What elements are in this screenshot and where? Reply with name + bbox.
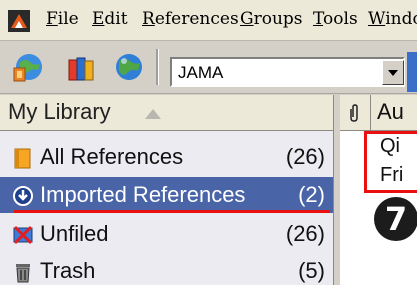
app-icon[interactable]: [8, 10, 30, 32]
group-imported-references[interactable]: Imported References (2): [0, 177, 333, 213]
local-library-mode-icon[interactable]: [64, 50, 98, 84]
group-label: Imported References: [40, 182, 246, 207]
attachment-column-icon[interactable]: [348, 104, 360, 122]
group-all-references[interactable]: All References (26): [0, 139, 333, 175]
output-style-dropdown-button[interactable]: [382, 60, 404, 85]
trash-icon: [16, 264, 30, 283]
group-trash[interactable]: Trash (5): [0, 253, 333, 285]
annotation-highlight-box: [364, 131, 417, 193]
menu-groups[interactable]: Groups: [240, 9, 303, 29]
menu-file[interactable]: File: [46, 9, 79, 29]
chevron-down-icon: [388, 70, 398, 76]
library-header[interactable]: My Library: [0, 95, 333, 131]
menu-window[interactable]: Windo: [368, 9, 417, 29]
sort-ascending-icon: [145, 109, 161, 119]
author-column-header[interactable]: Au: [377, 99, 404, 125]
toolbar-separator: [156, 49, 159, 85]
output-style-select[interactable]: JAMA: [170, 57, 405, 87]
group-count: (26): [285, 144, 325, 169]
group-label: Unfiled: [40, 221, 109, 246]
endnote-window: File Edit References Groups Tools Windo …: [0, 0, 417, 285]
group-count: (5): [298, 258, 325, 283]
annotation-underline: [14, 210, 330, 213]
group-count: (26): [285, 221, 325, 246]
annotation-step-badge: 7: [374, 197, 417, 241]
column-separator[interactable]: [370, 95, 371, 130]
menu-edit[interactable]: Edit: [92, 9, 128, 29]
group-label: All References: [40, 144, 184, 169]
output-style-value: JAMA: [178, 63, 224, 82]
menu-tools[interactable]: Tools: [313, 9, 358, 29]
group-label: Trash: [40, 258, 96, 283]
menu-bar: File Edit References Groups Tools Windo: [0, 0, 417, 41]
unfiled-icon: [13, 225, 33, 245]
menu-references[interactable]: References: [142, 9, 239, 29]
reference-list-header: Au: [340, 95, 417, 131]
online-search-mode-icon[interactable]: [12, 50, 46, 84]
folder-icon: [14, 148, 31, 169]
library-group-list: All References (26) Imported References …: [0, 131, 333, 285]
library-title: My Library: [8, 99, 111, 124]
toolbar-overflow-edge: [407, 52, 417, 92]
group-count: (2): [298, 182, 325, 207]
integrated-library-mode-icon[interactable]: [112, 50, 146, 84]
group-unfiled[interactable]: Unfiled (26): [0, 216, 333, 252]
import-icon: [13, 186, 33, 206]
